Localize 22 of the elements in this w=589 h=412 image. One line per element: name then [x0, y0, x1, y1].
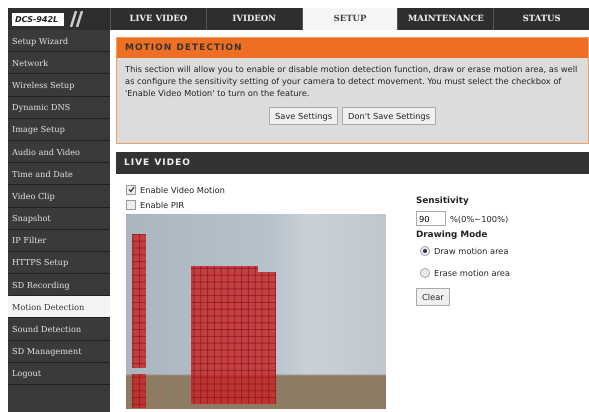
description-text: This section will allow you to enable or disable motion detection function, draw or erase motion area, as well as configure the sensitivity setting of your camera to detect movement. You must select the checkbox of 'Enable Video Motion' to turn on the feature.	[125, 63, 578, 99]
panel-title: MOTION DETECTION	[117, 38, 588, 58]
sidebar-item[interactable]: Motion Detection	[8, 296, 110, 318]
section-title: LIVE VIDEO	[116, 152, 589, 174]
field-label: Sensitivity	[416, 196, 470, 206]
radio-label: Draw motion area	[434, 246, 508, 256]
clear-button[interactable]: Clear	[416, 288, 450, 306]
checkbox[interactable]	[126, 184, 136, 194]
field-label: Drawing Mode	[416, 230, 488, 240]
motion-area-overlay[interactable]	[132, 234, 276, 408]
model-name: DCS-942L	[12, 12, 64, 26]
radio-button[interactable]	[420, 246, 430, 256]
radio-button[interactable]	[420, 268, 430, 278]
settings-button[interactable]: Don't Save Settings	[342, 107, 436, 125]
radio-label: Erase motion area	[434, 268, 510, 278]
nav-tab[interactable]: SETUP	[302, 8, 398, 30]
range-hint: %(0%~100%)	[450, 214, 508, 224]
checkbox[interactable]	[126, 200, 136, 210]
sensitivity-field[interactable]: 90	[416, 211, 446, 226]
settings-button[interactable]: Save Settings	[269, 107, 338, 125]
checkbox-label: Enable Video Motion	[140, 184, 225, 194]
checkbox-label: Enable PIR	[140, 200, 184, 210]
